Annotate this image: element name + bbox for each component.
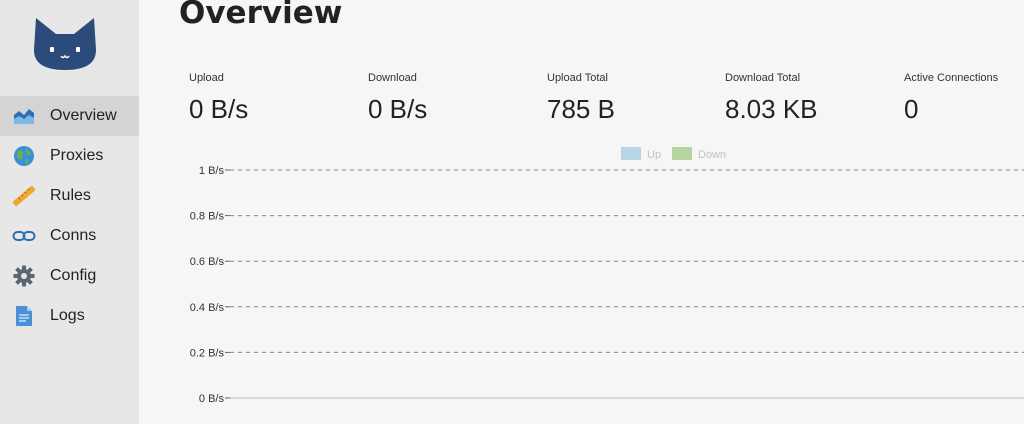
sidebar-item-config[interactable]: Config	[0, 256, 139, 296]
sidebar-item-overview[interactable]: Overview	[0, 96, 139, 136]
stat-value: 785 B	[547, 94, 615, 124]
y-tick-label: 1 B/s	[199, 165, 225, 177]
stat-upload: Upload 0 B/s	[189, 72, 248, 125]
stat-label: Download Total	[725, 72, 801, 84]
y-tick-label: 0.4 B/s	[190, 302, 225, 314]
sidebar-item-label: Overview	[50, 107, 117, 124]
stat-label: Download	[368, 72, 417, 84]
sidebar-item-label: Rules	[50, 187, 91, 204]
stat-download-total: Download Total 8.03 KB	[725, 72, 818, 125]
legend-label: Up	[647, 149, 661, 161]
document-icon	[12, 304, 36, 328]
stat-value: 0	[904, 94, 919, 124]
chart-legend: Up Down	[621, 147, 726, 161]
stat-label: Active Connections	[904, 72, 999, 84]
sidebar-item-label: Conns	[50, 227, 97, 244]
stat-label: Upload Total	[547, 72, 608, 84]
stat-value: 8.03 KB	[725, 94, 818, 124]
y-tick-label: 0.2 B/s	[190, 347, 225, 359]
stat-label: Upload	[189, 72, 224, 84]
main-content: Overview Upload 0 B/s Download 0 B/s Upl…	[139, 0, 1024, 424]
chart-grid: 0 B/s 0.2 B/s 0.4 B/s 0.6 B/s 0.8 B/s 1 B/s	[190, 165, 1024, 405]
legend-label: Down	[698, 149, 726, 161]
y-tick-label: 0.8 B/s	[190, 211, 225, 223]
sidebar-item-label: Config	[50, 267, 97, 284]
stat-active-connections: Active Connections 0	[904, 72, 998, 125]
page-title: Overview	[179, 0, 343, 31]
stat-value: 0 B/s	[189, 94, 249, 124]
app-window: Overview Proxies Rules Conns Config Logs…	[0, 0, 1024, 424]
legend-swatch	[621, 147, 641, 160]
stat-download: Download 0 B/s	[368, 72, 427, 125]
sidebar-item-label: Proxies	[50, 147, 104, 164]
ruler-icon	[12, 184, 36, 208]
link-icon	[12, 224, 36, 248]
globe-icon	[12, 144, 36, 168]
stat-upload-total: Upload Total 785 B	[547, 72, 615, 125]
sidebar-item-conns[interactable]: Conns	[0, 216, 139, 256]
y-tick-label: 0 B/s	[199, 393, 225, 405]
traffic-chart: Up Down 0 B/s 0.2 B/s 0.4 B/s 0.6 B/s 0.8 B/s…	[190, 147, 1024, 405]
sidebar-item-rules[interactable]: Rules	[0, 176, 139, 216]
legend-swatch	[672, 147, 692, 160]
sidebar-nav: Overview Proxies Rules Conns Config Logs	[0, 96, 139, 336]
stat-value: 0 B/s	[368, 94, 428, 124]
y-tick-label: 0.6 B/s	[190, 256, 225, 268]
sidebar-item-label: Logs	[50, 307, 85, 324]
gear-icon	[12, 264, 36, 288]
cat-logo-icon	[34, 18, 96, 70]
chart-icon	[12, 104, 36, 128]
sidebar: Overview Proxies Rules Conns Config Logs	[0, 0, 139, 424]
sidebar-item-proxies[interactable]: Proxies	[0, 136, 139, 176]
sidebar-item-logs[interactable]: Logs	[0, 296, 139, 336]
